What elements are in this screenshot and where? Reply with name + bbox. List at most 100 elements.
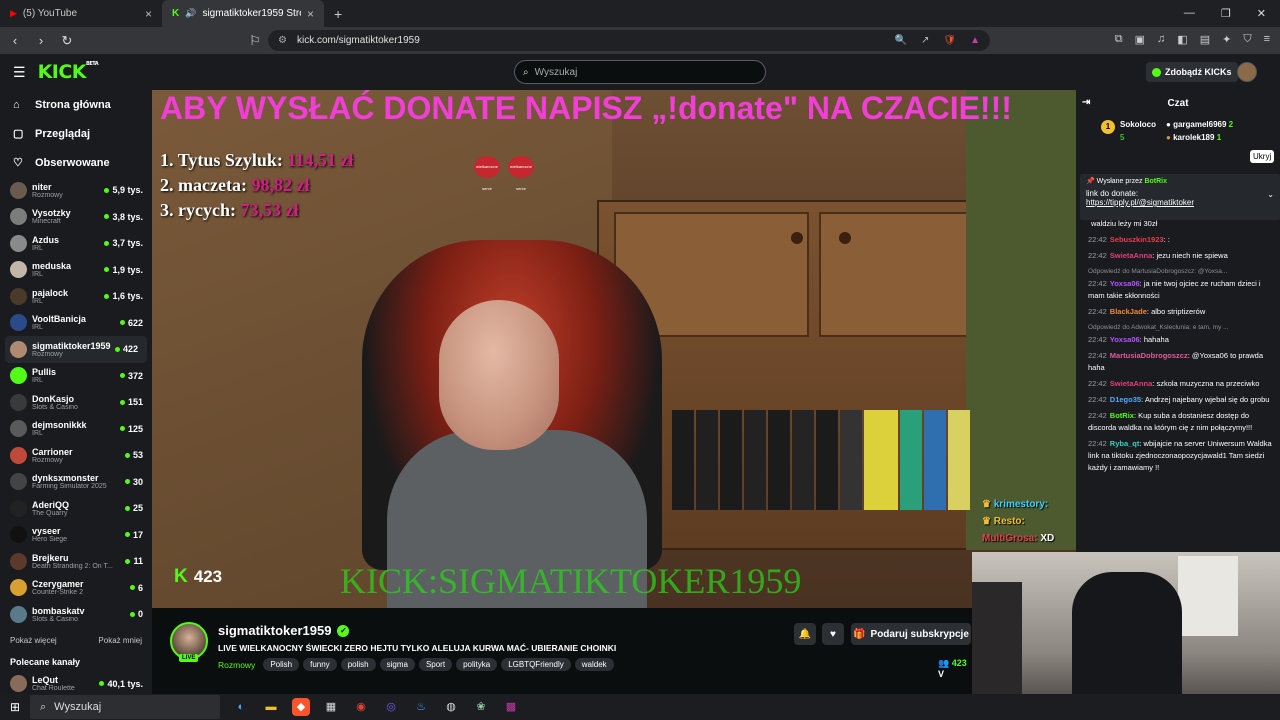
sidebar-channel[interactable]: AderiQQ The Quarry 25 [0, 495, 152, 522]
tag[interactable]: Sport [418, 658, 453, 671]
music-icon[interactable]: ♫ [1157, 33, 1165, 46]
file-explorer-icon[interactable]: ▬ [262, 698, 280, 716]
tag[interactable]: Polish [263, 658, 300, 671]
show-less-button[interactable]: Pokaż mniej [98, 636, 142, 645]
category-link[interactable]: Rozmowy [218, 660, 255, 670]
message-text: jezu niech nie spiewa [1156, 251, 1228, 260]
sidebar-channel[interactable]: bombaskatv Slots & Casino 0 [0, 601, 152, 628]
sidebar-item-home[interactable]: ⌂ Strona główna [0, 90, 152, 119]
tag[interactable]: polish [340, 658, 376, 671]
sidebar-channel[interactable]: dynksxmonster Farming Simulator 2025 30 [0, 469, 152, 496]
message-username[interactable]: MartusiaDobrogoszcz [1110, 351, 1188, 360]
tag[interactable]: waldek [574, 658, 614, 671]
restore-icon[interactable]: ❐ [1221, 7, 1231, 20]
obs-icon[interactable]: ◍ [442, 698, 460, 716]
minimize-icon[interactable]: — [1184, 7, 1195, 20]
sidebar-channel[interactable]: Czerygamer Counter-Strike 2 6 [0, 575, 152, 602]
message-username[interactable]: Ryba_qt [1110, 439, 1140, 448]
screenshot-icon[interactable]: ▣ [1135, 33, 1145, 46]
user-avatar[interactable] [1237, 62, 1257, 82]
extensions-icon[interactable]: ⧉ [1115, 33, 1123, 46]
sidebar-channel[interactable]: Brejkeru Death Stranding 2: On T... 11 [0, 548, 152, 575]
sidebar-channel[interactable]: meduska IRL 1,9 tys. [0, 257, 152, 284]
sidebar-channel[interactable]: Vysotzky Minecraft 3,8 tys. [0, 204, 152, 231]
taskbar-search[interactable]: ⌕ Wyszukaj [30, 695, 220, 719]
tab-youtube[interactable]: ▶ (5) YouTube × [0, 0, 162, 27]
message-username[interactable]: SwietaAnna [1110, 251, 1153, 260]
live-dot-icon [129, 611, 135, 617]
sidebar-item-browse[interactable]: ▢ Przeglądaj [0, 119, 152, 148]
tag[interactable]: funny [303, 658, 337, 671]
collapse-chat-icon[interactable]: ⇥ [1082, 97, 1090, 108]
url-field[interactable]: ⚙ kick.com/sigmatiktoker1959 🔍 ↗ 🛡 ▲ [268, 30, 990, 51]
sidebar-channel[interactable]: sigmatiktoker1959 Rozmowy 422 [5, 336, 147, 363]
sidebar-channel[interactable]: DonKasjo Slots & Casino 151 [0, 389, 152, 416]
brave-icon[interactable]: ◆ [292, 698, 310, 716]
bookmark-icon[interactable]: ⚐ [248, 33, 262, 49]
message-username[interactable]: Sebuszkin1923 [1110, 235, 1164, 244]
donate-link[interactable]: https://tipply.pl/@sigmatiktoker [1086, 198, 1274, 207]
close-tab-icon[interactable]: × [307, 7, 314, 21]
vpn-icon[interactable]: ⛉ [1243, 33, 1251, 46]
sidebar-channel[interactable]: VooltBanicja IRL 622 [0, 310, 152, 337]
site-info-icon[interactable]: ⚙ [278, 35, 287, 46]
chrome-icon[interactable]: ◉ [352, 698, 370, 716]
video-player[interactable]: wielkanocne serce wielkanocne serce ABY … [152, 90, 1076, 608]
notification-bell-button[interactable]: 🔔 [794, 623, 816, 645]
sidebar-channel[interactable]: pajalock IRL 1,6 tys. [0, 283, 152, 310]
app-icon[interactable]: ▩ [502, 698, 520, 716]
streamer-name[interactable]: sigmatiktoker1959 ✓ [218, 623, 350, 638]
sidebar-channel[interactable]: Pullis IRL 372 [0, 363, 152, 390]
forward-icon[interactable]: › [34, 33, 48, 48]
wallet-icon[interactable]: ▤ [1200, 33, 1210, 46]
tag[interactable]: sigma [379, 658, 415, 671]
tag[interactable]: LGBTQFriendly [501, 658, 571, 671]
leo-icon[interactable]: ✦ [1222, 33, 1231, 46]
follow-button[interactable]: ♥ [822, 623, 844, 645]
close-window-icon[interactable]: ✕ [1257, 7, 1266, 20]
message-username[interactable]: SwietaAnna [1110, 379, 1153, 388]
message-text: albo striptizerów [1151, 307, 1206, 316]
close-tab-icon[interactable]: × [145, 7, 152, 21]
message-username[interactable]: D1ego35 [1110, 395, 1141, 404]
kick-logo[interactable]: KICKBETA [38, 61, 99, 83]
zoom-icon[interactable]: 🔍 [895, 35, 907, 46]
channel-viewers: 372 [119, 371, 143, 381]
tag[interactable]: polityka [456, 658, 498, 671]
sidebar-icon[interactable]: ◧ [1177, 33, 1187, 46]
sidebar-item-following[interactable]: ♡ Obserwowane [0, 148, 152, 177]
show-more-button[interactable]: Pokaż więcej [10, 636, 57, 645]
share-icon[interactable]: ↗ [921, 35, 929, 46]
get-kicks-button[interactable]: Zdobądź KICKs [1146, 62, 1238, 82]
tab-kick[interactable]: K 🔊 sigmatiktoker1959 Stream - · × [162, 0, 324, 27]
bell-icon: 🔔 [798, 628, 812, 640]
hamburger-menu-icon[interactable]: ☰ [13, 64, 26, 81]
channel-viewers: 1,6 tys. [104, 291, 143, 301]
sidebar-channel[interactable]: vyseer Hero Siege 17 [0, 522, 152, 549]
message-username[interactable]: Yoxsa06 [1110, 335, 1140, 344]
sidebar-channel[interactable]: dejmsonikkk IRL 125 [0, 416, 152, 443]
message-username[interactable]: BlackJade [1110, 307, 1147, 316]
edge-icon[interactable]: ◐ [232, 698, 250, 716]
back-icon[interactable]: ‹ [8, 33, 22, 48]
sidebar-channel[interactable]: Azdus IRL 3,7 tys. [0, 230, 152, 257]
message-username[interactable]: BotRix [1110, 411, 1134, 420]
sidebar-channel[interactable]: Carrioner Rozmowy 53 [0, 442, 152, 469]
store-icon[interactable]: ▦ [322, 698, 340, 716]
search-input[interactable]: ⌕ Wyszukaj [514, 60, 766, 84]
brave-rewards-icon[interactable]: ▲ [970, 35, 980, 46]
windows-start-icon[interactable]: ⊞ [0, 700, 30, 714]
sidebar-channel[interactable]: niter Rozmowy 5,9 tys. [0, 177, 152, 204]
channel-avatar [10, 499, 27, 517]
discord-icon[interactable]: ◎ [382, 698, 400, 716]
steam-icon[interactable]: ♨ [412, 698, 430, 716]
menu-icon[interactable]: ≡ [1264, 33, 1270, 46]
brave-shield-icon[interactable]: 🛡 [943, 35, 956, 46]
new-tab-button[interactable]: + [324, 6, 352, 22]
gift-subscription-button[interactable]: 🎁 Podaruj subskrypcje [851, 623, 971, 645]
reload-icon[interactable]: ↻ [60, 33, 74, 49]
app-icon[interactable]: ❀ [472, 698, 490, 716]
channel-name: vyseer [32, 526, 61, 537]
expand-pinned-icon[interactable]: ⌄ [1267, 190, 1274, 199]
message-username[interactable]: Yoxsa06 [1110, 279, 1140, 288]
